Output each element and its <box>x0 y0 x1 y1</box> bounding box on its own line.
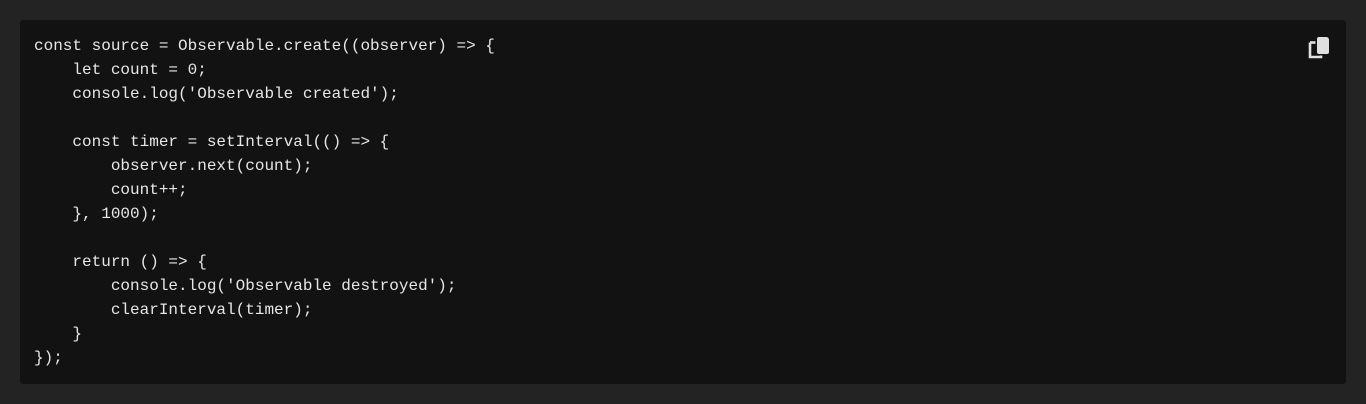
code-line: const timer = setInterval(() => { <box>34 133 390 151</box>
code-line: console.log('Observable destroyed'); <box>34 277 457 295</box>
code-line: count++; <box>34 181 188 199</box>
code-line: clearInterval(timer); <box>34 301 313 319</box>
code-line: return () => { <box>34 253 207 271</box>
code-line: } <box>34 325 83 343</box>
code-line: }, 1000); <box>34 205 159 223</box>
code-line: }); <box>34 349 63 367</box>
copy-button[interactable] <box>1306 34 1332 60</box>
code-content[interactable]: const source = Observable.create((observ… <box>34 34 495 370</box>
code-line: observer.next(count); <box>34 157 313 175</box>
code-line: let count = 0; <box>34 61 207 79</box>
code-block: const source = Observable.create((observ… <box>20 20 1346 384</box>
copy-icon <box>1308 37 1329 59</box>
code-line: console.log('Observable created'); <box>34 85 399 103</box>
code-line: const source = Observable.create((observ… <box>34 37 495 55</box>
